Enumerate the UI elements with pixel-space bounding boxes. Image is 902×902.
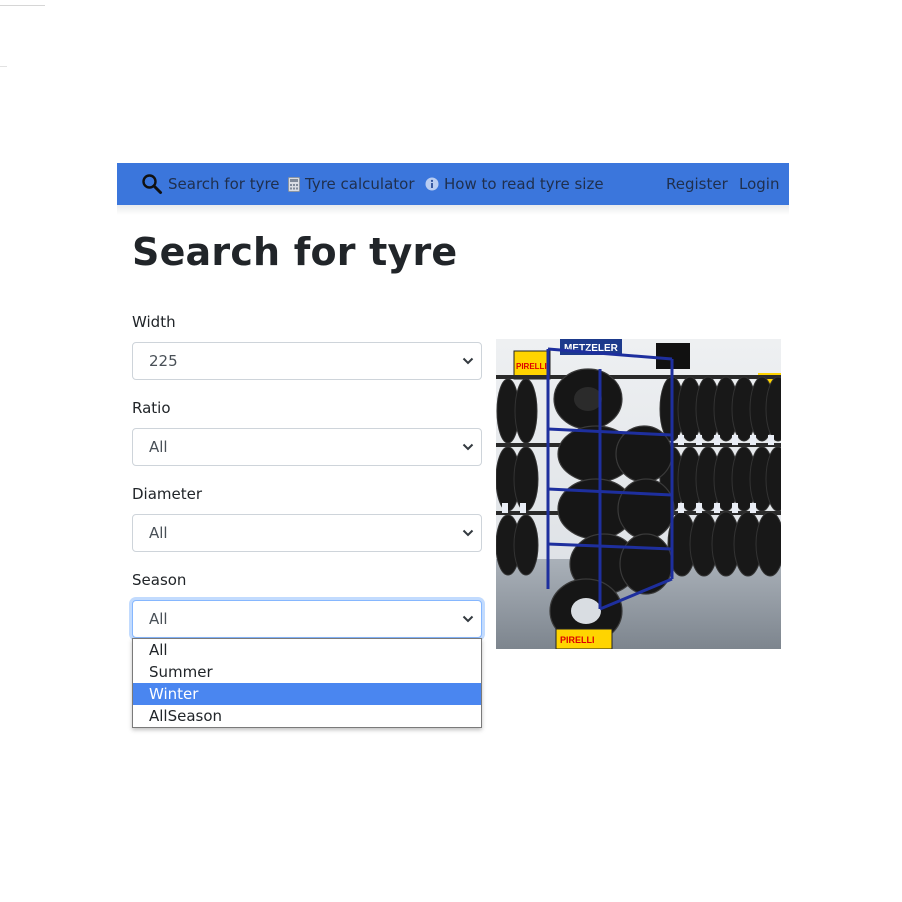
ratio-select[interactable]: All [132,428,482,466]
ratio-label: Ratio [132,399,171,417]
nav-login-label: Login [739,175,780,193]
nav-calculator-label: Tyre calculator [305,175,415,193]
ratio-select-value: All [149,438,168,456]
chevron-down-icon [461,440,475,458]
nav-read-size-label: How to read tyre size [444,175,604,193]
season-option-all[interactable]: All [133,639,481,661]
width-label: Width [132,313,176,331]
season-label: Season [132,571,187,589]
chevron-down-icon [461,526,475,544]
calculator-icon [288,176,300,192]
corner-line [0,5,45,6]
sign-brand-text: PIRELLI [560,635,595,645]
page-title: Search for tyre [132,230,458,274]
diameter-label: Diameter [132,485,203,503]
width-select[interactable]: 225 [132,342,482,380]
chevron-down-icon [461,612,475,630]
diameter-select[interactable]: All [132,514,482,552]
season-option-summer[interactable]: Summer [133,661,481,683]
nav-search-label: Search for tyre [168,175,280,193]
info-icon [425,177,439,191]
sign-pirelli-text: PIRELLI [516,362,547,371]
season-select[interactable]: All [132,600,482,638]
nav-register-label: Register [666,175,728,193]
season-dropdown-list: All Summer Winter AllSeason [132,638,482,728]
nav-login-link[interactable]: Login [739,175,779,193]
nav-search-link[interactable]: Search for tyre [141,173,280,195]
corner-line [0,66,7,67]
navbar: Search for tyre Tyre calculator How to r… [117,163,789,205]
width-select-value: 225 [149,352,178,370]
season-option-winter[interactable]: Winter [133,683,481,705]
nav-register-link[interactable]: Register [666,175,728,193]
diameter-select-value: All [149,524,168,542]
nav-read-size-link[interactable]: How to read tyre size [425,175,604,193]
tyre-rack-illustration: PIRELLI METZELER PIRELLI [496,339,781,649]
nav-calculator-link[interactable]: Tyre calculator [288,175,414,193]
navbar-shadow [117,205,789,215]
tyre-rack-photo: PIRELLI METZELER PIRELLI [496,339,781,649]
season-option-allseason[interactable]: AllSeason [133,705,481,727]
search-icon [141,173,163,195]
season-select-value: All [149,610,168,628]
chevron-down-icon [461,354,475,372]
